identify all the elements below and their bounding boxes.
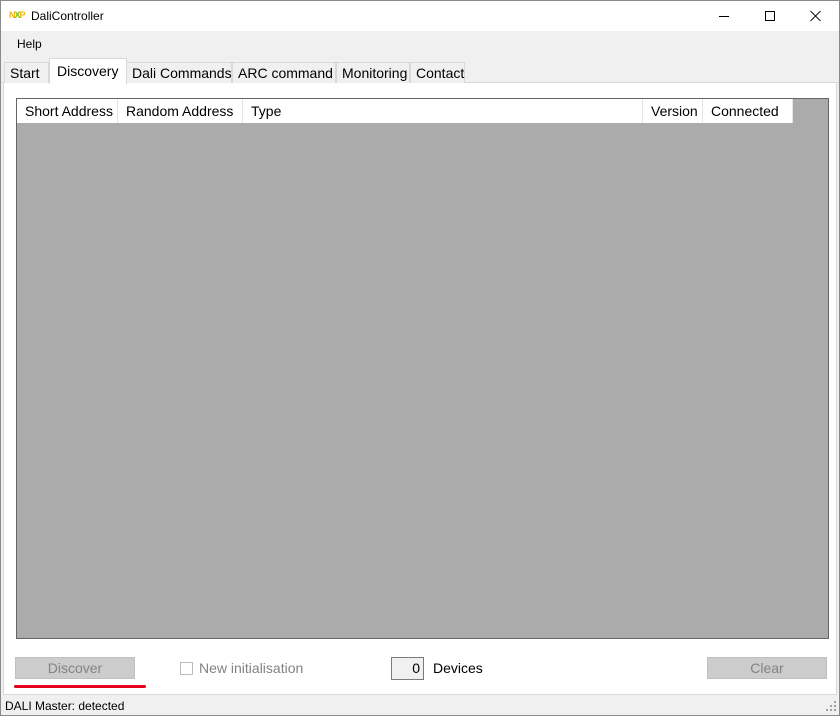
clear-button[interactable]: Clear	[707, 657, 827, 679]
devices-label: Devices	[433, 660, 483, 676]
nxp-logo-icon: NXP	[9, 10, 26, 20]
device-list[interactable]: Short Address Random Address Type Versio…	[16, 98, 829, 639]
maximize-icon	[765, 11, 775, 21]
close-button[interactable]	[793, 1, 839, 31]
maximize-button[interactable]	[747, 1, 793, 31]
new-initialisation-checkbox[interactable]	[180, 662, 193, 675]
tab-monitoring[interactable]: Monitoring	[336, 62, 410, 83]
menu-help[interactable]: Help	[17, 37, 42, 51]
tab-strip: Start Discovery Dali Commands ARC comman…	[1, 57, 839, 84]
discover-highlight-underline	[14, 685, 146, 688]
discover-button[interactable]: Discover	[15, 657, 135, 679]
tab-discovery[interactable]: Discovery	[49, 58, 127, 84]
app-window: NXP DaliController Help Start Discovery …	[0, 0, 840, 716]
column-type[interactable]: Type	[243, 99, 643, 123]
discovery-tab-page: Short Address Random Address Type Versio…	[3, 83, 837, 695]
device-list-header: Short Address Random Address Type Versio…	[17, 99, 793, 123]
tab-start[interactable]: Start	[4, 62, 49, 83]
status-text: DALI Master: detected	[5, 699, 125, 713]
window-title: DaliController	[31, 9, 104, 23]
column-random-address[interactable]: Random Address	[118, 99, 243, 123]
device-count-field: 0	[391, 657, 424, 680]
tab-dali-commands[interactable]: Dali Commands	[126, 62, 232, 83]
column-connected[interactable]: Connected	[703, 99, 793, 123]
column-version[interactable]: Version	[643, 99, 703, 123]
column-short-address[interactable]: Short Address	[17, 99, 118, 123]
tab-contact[interactable]: Contact	[410, 62, 465, 83]
minimize-icon	[719, 15, 729, 17]
new-initialisation-label: New initialisation	[199, 660, 304, 676]
close-icon	[810, 10, 822, 22]
status-bar: DALI Master: detected	[1, 696, 839, 715]
menu-bar: Help	[1, 31, 839, 55]
size-grip-icon[interactable]	[825, 701, 837, 713]
tab-arc-command[interactable]: ARC command	[232, 62, 336, 83]
title-bar[interactable]: NXP DaliController	[1, 1, 839, 31]
minimize-button[interactable]	[701, 1, 747, 31]
